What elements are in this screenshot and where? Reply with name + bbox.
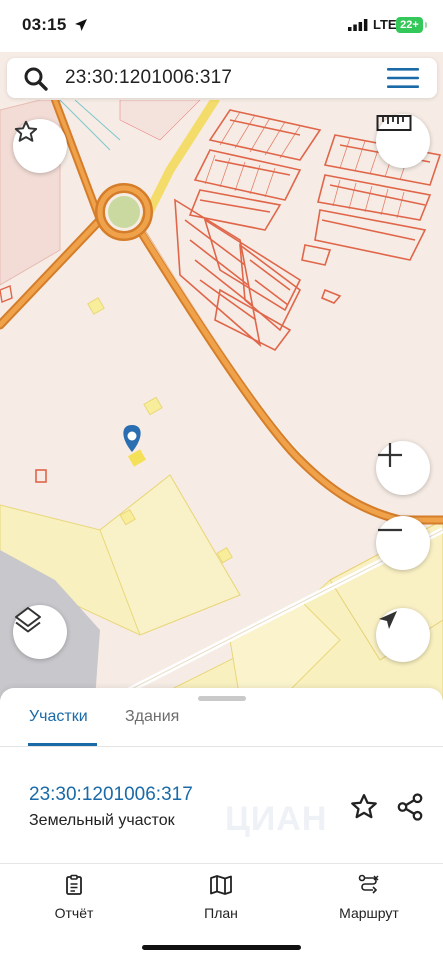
- battery-icon: 22+: [396, 17, 423, 33]
- status-bar: 03:15 LTE 22+: [0, 0, 443, 52]
- nav-plan[interactable]: План: [191, 874, 251, 921]
- network-type: LTE: [373, 17, 397, 32]
- map-icon: [210, 875, 232, 895]
- search-icon[interactable]: [23, 66, 49, 92]
- layers-button[interactable]: [13, 605, 67, 659]
- ruler-button[interactable]: [376, 114, 430, 168]
- minus-icon: [378, 528, 402, 532]
- plus-icon: [378, 443, 402, 467]
- zoom-out-button[interactable]: [376, 516, 430, 570]
- route-icon: [358, 874, 379, 894]
- nav-route-label: Маршрут: [339, 905, 399, 921]
- share-icon[interactable]: [395, 792, 425, 822]
- signal-icon: [348, 19, 368, 31]
- location-arrow-icon: [75, 19, 87, 31]
- menu-icon[interactable]: [387, 66, 419, 90]
- search-input[interactable]: 23:30:1201006:317: [65, 67, 232, 89]
- parcel-cadastral-number[interactable]: 23:30:1201006:317: [29, 784, 193, 806]
- status-time: 03:15: [22, 15, 67, 34]
- zoom-in-button[interactable]: [376, 441, 430, 495]
- tab-parcels[interactable]: Участки: [29, 708, 88, 726]
- my-location-button[interactable]: [376, 608, 430, 662]
- report-icon: [66, 874, 82, 895]
- layers-icon: [15, 607, 41, 633]
- nav-plan-label: План: [204, 905, 238, 921]
- map-view[interactable]: [0, 100, 443, 700]
- star-icon: [14, 120, 38, 142]
- nav-route[interactable]: Маршрут: [332, 874, 406, 921]
- parcel-type: Земельный участок: [29, 812, 175, 829]
- tab-divider: [0, 746, 443, 747]
- search-bar[interactable]: 23:30:1201006:317: [7, 58, 437, 98]
- favorite-parcel-icon[interactable]: [349, 792, 379, 822]
- ruler-icon: [376, 115, 412, 131]
- navigation-arrow-icon: [379, 611, 397, 629]
- sheet-handle[interactable]: [198, 696, 246, 701]
- favorite-button[interactable]: [13, 119, 67, 173]
- battery-tip: [425, 22, 427, 28]
- tab-buildings[interactable]: Здания: [125, 708, 179, 726]
- nav-report-label: Отчёт: [54, 905, 94, 921]
- home-indicator: [142, 945, 301, 950]
- watermark-logo: ЦИАН: [225, 800, 328, 838]
- nav-report[interactable]: Отчёт: [44, 874, 104, 921]
